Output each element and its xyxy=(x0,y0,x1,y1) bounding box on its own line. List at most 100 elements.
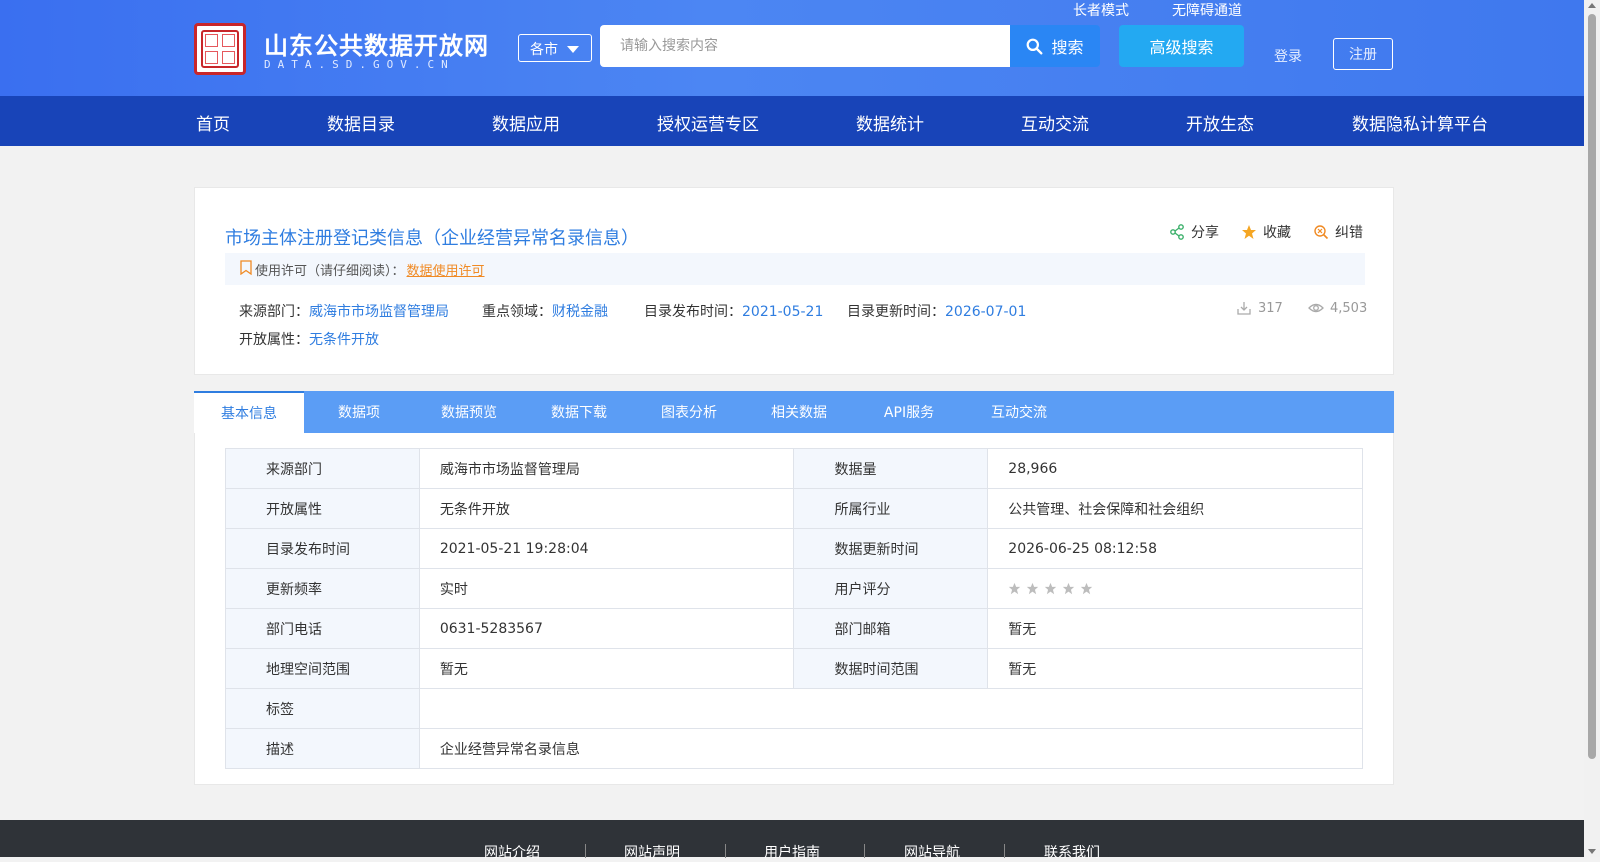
site-domain: DATA.SD.GOV.CN xyxy=(264,58,455,71)
login-link[interactable]: 登录 xyxy=(1274,46,1302,66)
share-label: 分享 xyxy=(1191,225,1219,241)
search-input[interactable] xyxy=(600,25,1010,67)
nav-item-privacy-computing[interactable]: 数据隐私计算平台 xyxy=(1352,110,1488,135)
nav-item-catalog[interactable]: 数据目录 xyxy=(327,110,395,135)
eye-icon xyxy=(1308,303,1324,313)
field-label: 来源部门 xyxy=(225,448,420,489)
tab-data-download[interactable]: 数据下载 xyxy=(524,391,634,433)
scroll-down-icon[interactable] xyxy=(1588,849,1596,854)
basic-info-panel: 来源部门 威海市市场监督管理局 数据量 28,966 开放属性 无条件开放 所属… xyxy=(194,433,1394,785)
tags-value xyxy=(418,688,1364,729)
field-value: 暂无 xyxy=(418,648,795,689)
field-value: 威海市市场监督管理局 xyxy=(418,448,795,489)
tab-data-items[interactable]: 数据项 xyxy=(304,391,414,433)
accessibility-link[interactable]: 无障碍通道 xyxy=(1172,0,1242,20)
table-row: 更新频率 实时 用户评分 xyxy=(225,568,1363,609)
search-button-label: 搜索 xyxy=(1051,38,1084,57)
nav-item-statistics[interactable]: 数据统计 xyxy=(856,110,924,135)
table-row: 部门电话 0631-5283567 部门邮箱 暂无 xyxy=(225,608,1363,649)
table-row: 地理空间范围 暂无 数据时间范围 暂无 xyxy=(225,648,1363,689)
tab-api-service[interactable]: API服务 xyxy=(854,391,964,433)
nav-item-authorized-ops[interactable]: 授权运营专区 xyxy=(657,110,759,135)
view-count-value: 4,503 xyxy=(1330,300,1368,316)
tab-bar: 基本信息 数据项 数据预览 数据下载 图表分析 相关数据 API服务 互动交流 xyxy=(194,391,1394,433)
footer-divider xyxy=(725,844,726,858)
star-icon xyxy=(1242,225,1256,239)
advanced-search-button[interactable]: 高级搜索 xyxy=(1119,25,1244,67)
dataset-title: 市场主体注册登记类信息（企业经营异常名录信息） xyxy=(225,228,639,249)
update-value: 2026-07-01 xyxy=(945,304,1027,320)
field-label: 目录发布时间 xyxy=(225,528,420,569)
star-icon[interactable] xyxy=(1062,582,1075,595)
field-label: 部门电话 xyxy=(225,608,420,649)
field-value: 2021-05-21 19:28:04 xyxy=(418,528,795,569)
open-label: 开放属性： xyxy=(239,332,309,348)
field-value: 暂无 xyxy=(987,608,1363,649)
tab-interaction[interactable]: 互动交流 xyxy=(964,391,1074,433)
table-row: 开放属性 无条件开放 所属行业 公共管理、社会保障和社会组织 xyxy=(225,488,1363,529)
nav-item-interaction[interactable]: 互动交流 xyxy=(1021,110,1089,135)
field-value: 实时 xyxy=(418,568,795,609)
footer-link-statement[interactable]: 网站声明 xyxy=(624,842,680,862)
table-row: 目录发布时间 2021-05-21 19:28:04 数据更新时间 2026-0… xyxy=(225,528,1363,569)
open-meta: 开放属性：无条件开放 xyxy=(239,329,379,349)
field-label: 所属行业 xyxy=(793,488,989,529)
city-select[interactable]: 各市 xyxy=(518,34,592,62)
elder-mode-link[interactable]: 长者模式 xyxy=(1073,0,1129,20)
domain-value[interactable]: 财税金融 xyxy=(552,304,608,320)
publish-label: 目录发布时间： xyxy=(644,304,742,320)
scroll-up-icon[interactable] xyxy=(1588,3,1596,8)
publish-meta: 目录发布时间：2021-05-21 xyxy=(644,301,823,321)
field-label: 用户评分 xyxy=(793,568,989,609)
search-button[interactable]: 搜索 xyxy=(1010,25,1100,67)
table-row: 描述 企业经营异常名录信息 xyxy=(225,728,1364,769)
nav-item-ecosystem[interactable]: 开放生态 xyxy=(1186,110,1254,135)
footer-divider xyxy=(1004,844,1005,858)
tab-chart-analysis[interactable]: 图表分析 xyxy=(634,391,744,433)
source-value[interactable]: 威海市市场监督管理局 xyxy=(309,304,449,320)
field-value: 公共管理、社会保障和社会组织 xyxy=(987,488,1363,529)
download-count: 317 xyxy=(1236,300,1283,316)
favorite-label: 收藏 xyxy=(1263,225,1291,241)
nav-item-apps[interactable]: 数据应用 xyxy=(492,110,560,135)
share-button[interactable]: 分享 xyxy=(1169,222,1219,242)
footer-link-contact[interactable]: 联系我们 xyxy=(1044,842,1100,862)
publish-value: 2021-05-21 xyxy=(742,304,824,320)
field-label: 地理空间范围 xyxy=(225,648,420,689)
user-rating xyxy=(987,568,1363,609)
scroll-thumb[interactable] xyxy=(1588,14,1596,759)
field-label: 描述 xyxy=(225,728,420,769)
field-label: 数据时间范围 xyxy=(793,648,989,689)
footer-link-sitemap[interactable]: 网站导航 xyxy=(904,842,960,862)
table-row: 标签 xyxy=(225,688,1364,729)
footer-link-about[interactable]: 网站介绍 xyxy=(484,842,540,862)
tab-data-preview[interactable]: 数据预览 xyxy=(414,391,524,433)
page-scrollbar[interactable] xyxy=(1584,0,1600,857)
license-link[interactable]: 数据使用许可 xyxy=(407,260,485,279)
favorite-button[interactable]: 收藏 xyxy=(1241,222,1291,242)
city-select-label: 各市 xyxy=(530,42,558,58)
update-meta: 目录更新时间：2026-07-01 xyxy=(847,301,1026,321)
register-button[interactable]: 注册 xyxy=(1333,38,1393,70)
open-value: 无条件开放 xyxy=(309,332,379,348)
download-count-value: 317 xyxy=(1258,300,1283,316)
rating-stars[interactable] xyxy=(1008,582,1361,595)
tab-basic-info[interactable]: 基本信息 xyxy=(194,391,304,433)
field-label: 数据量 xyxy=(793,448,989,489)
table-row: 来源部门 威海市市场监督管理局 数据量 28,966 xyxy=(225,448,1363,489)
star-icon[interactable] xyxy=(1044,582,1057,595)
meta-row-1: 来源部门：威海市市场监督管理局 xyxy=(239,301,449,321)
star-icon[interactable] xyxy=(1026,582,1039,595)
site-title[interactable]: 山东公共数据开放网 xyxy=(264,26,489,61)
field-value: 暂无 xyxy=(987,648,1363,689)
footer-link-guide[interactable]: 用户指南 xyxy=(764,842,820,862)
tab-related-data[interactable]: 相关数据 xyxy=(744,391,854,433)
field-label: 数据更新时间 xyxy=(793,528,989,569)
site-logo-seal[interactable] xyxy=(194,23,246,75)
star-icon[interactable] xyxy=(1080,582,1093,595)
star-icon[interactable] xyxy=(1008,582,1021,595)
field-label: 更新频率 xyxy=(225,568,420,609)
nav-item-home[interactable]: 首页 xyxy=(196,110,230,135)
report-error-button[interactable]: 纠错 xyxy=(1313,222,1363,242)
footer-divider xyxy=(864,844,865,858)
